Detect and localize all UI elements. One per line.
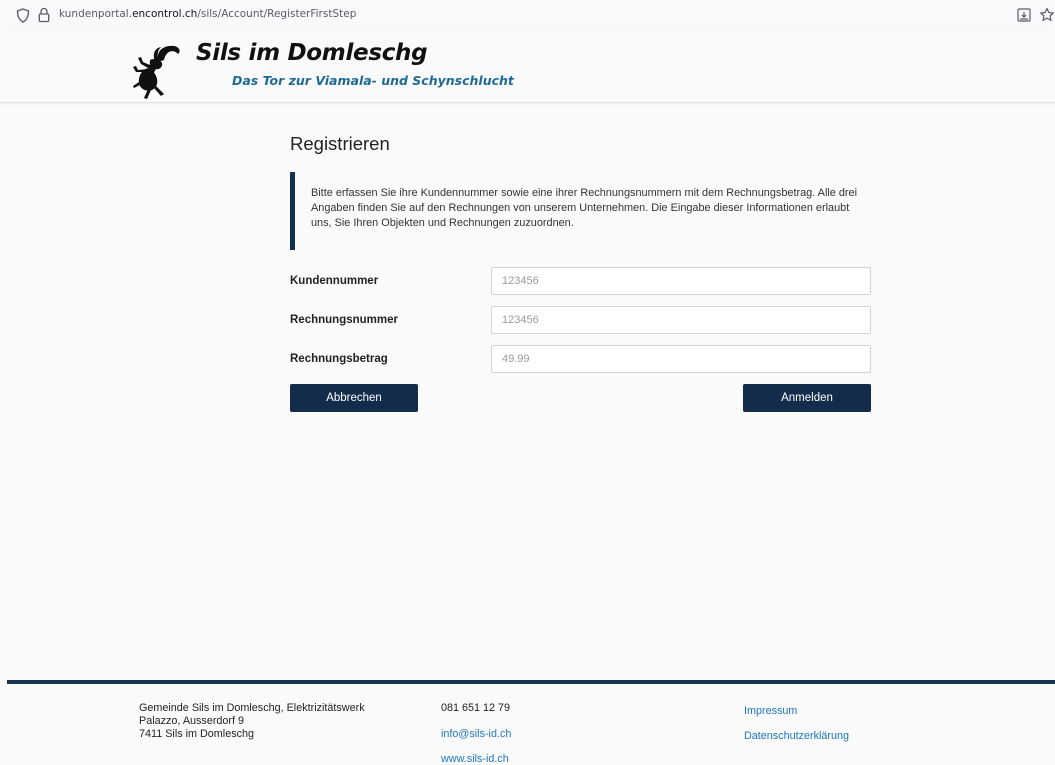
footer-address: Gemeinde Sils im Domleschg, Elektrizität… bbox=[139, 702, 365, 741]
label-rechnungsnummer: Rechnungsnummer bbox=[290, 314, 398, 326]
site-title[interactable]: Sils im Domleschg bbox=[196, 40, 428, 66]
info-text: Bitte erfassen Sie ihre Kundennummer sow… bbox=[311, 187, 858, 229]
impressum-link[interactable]: Impressum bbox=[744, 705, 797, 717]
page-title: Registrieren bbox=[290, 133, 390, 154]
ibex-logo-icon[interactable] bbox=[128, 42, 182, 100]
info-box: Bitte erfassen Sie ihre Kundennummer sow… bbox=[290, 172, 860, 250]
bookmark-star-icon[interactable] bbox=[1039, 7, 1055, 23]
browser-url-bar[interactable]: kundenportal.encontrol.ch/sils/Account/R… bbox=[0, 0, 1055, 31]
login-button[interactable]: Anmelden bbox=[743, 384, 871, 412]
rechnungsnummer-input[interactable] bbox=[491, 306, 871, 334]
footer: Gemeinde Sils im Domleschg, Elektrizität… bbox=[0, 684, 1055, 765]
privacy-link[interactable]: Datenschutzerklärung bbox=[744, 730, 849, 742]
site-header: Sils im Domleschg Das Tor zur Viamala- u… bbox=[0, 31, 1055, 103]
rechnungsbetrag-input[interactable] bbox=[491, 345, 871, 373]
url-path: /sils/Account/RegisterFirstStep bbox=[197, 8, 357, 20]
footer-website-link[interactable]: www.sils-id.ch bbox=[441, 753, 509, 765]
address-line-3: 7411 Sils im Domleschg bbox=[139, 728, 255, 740]
footer-phone[interactable]: 081 651 12 79 bbox=[441, 702, 510, 714]
url-prefix: kundenportal. bbox=[59, 8, 133, 20]
lock-icon[interactable] bbox=[38, 7, 50, 23]
label-kundennummer: Kundennummer bbox=[290, 275, 379, 287]
site-subtitle: Das Tor zur Viamala- und Schynschlucht bbox=[232, 73, 514, 88]
footer-email-link[interactable]: info@sils-id.ch bbox=[441, 728, 511, 740]
tracking-protection-icon[interactable] bbox=[16, 8, 30, 23]
url-text[interactable]: kundenportal.encontrol.ch/sils/Account/R… bbox=[59, 8, 356, 20]
cancel-button[interactable]: Abbrechen bbox=[290, 384, 418, 412]
address-line-1: Gemeinde Sils im Domleschg, Elektrizität… bbox=[139, 702, 365, 714]
reader-view-icon[interactable] bbox=[1017, 8, 1031, 22]
kundennummer-input[interactable] bbox=[491, 267, 871, 295]
url-domain: encontrol.ch bbox=[132, 8, 198, 20]
address-line-2: Palazzo, Ausserdorf 9 bbox=[139, 715, 245, 727]
label-rechnungsbetrag: Rechnungsbetrag bbox=[290, 353, 388, 365]
